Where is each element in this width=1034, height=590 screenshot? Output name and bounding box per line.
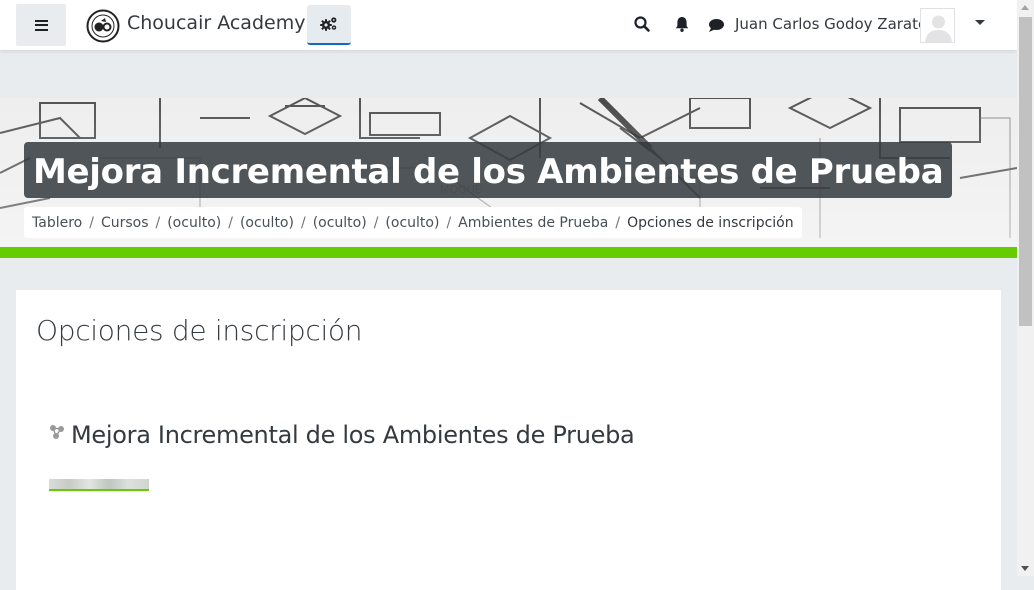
brand-name[interactable]: Choucair Academy (127, 12, 305, 34)
top-navbar: Choucair Academy Juan Carlos Godoy Zarat… (0, 0, 1017, 50)
chevron-down-icon[interactable] (975, 20, 985, 25)
scroll-up-arrow-icon[interactable] (1021, 5, 1029, 10)
course-image[interactable] (49, 479, 149, 491)
scroll-down-arrow-icon[interactable] (1021, 566, 1029, 571)
course-icon (50, 425, 64, 439)
breadcrumb-separator: / (615, 214, 621, 231)
breadcrumb-current-item: Opciones de inscripción (627, 214, 794, 231)
breadcrumb-separator: / (300, 214, 306, 231)
comment-icon[interactable] (707, 16, 725, 34)
search-icon[interactable] (633, 15, 651, 33)
cogs-icon (320, 17, 337, 31)
breadcrumb-item[interactable]: (oculto) (167, 215, 221, 231)
header-accent-bar (0, 247, 1017, 258)
page-scrollbar[interactable] (1017, 0, 1034, 576)
bell-icon[interactable] (673, 15, 691, 33)
course-title: Mejora Incremental de los Ambientes de P… (24, 142, 953, 198)
page-heading: Opciones de inscripción (36, 314, 363, 347)
breadcrumb-separator: / (373, 214, 379, 231)
breadcrumb-separator: / (155, 214, 161, 231)
breadcrumb-item[interactable]: (oculto) (240, 215, 294, 231)
breadcrumb: Tablero / Cursos / (oculto) / (oculto) /… (24, 207, 802, 238)
breadcrumb-item[interactable]: Cursos (101, 215, 149, 231)
main-content-card: Opciones de inscripción Mejora Increment… (16, 290, 1001, 590)
breadcrumb-item[interactable]: Tablero (32, 215, 82, 231)
user-avatar[interactable] (920, 8, 955, 43)
breadcrumb-item[interactable]: (oculto) (313, 215, 367, 231)
menu-toggle-button[interactable] (16, 4, 66, 46)
scrollbar-thumb[interactable] (1019, 17, 1032, 326)
brand-logo[interactable] (86, 9, 120, 43)
course-name-link[interactable]: Mejora Incremental de los Ambientes de P… (71, 421, 635, 449)
breadcrumb-separator: / (228, 214, 233, 231)
breadcrumb-separator: / (89, 214, 94, 231)
breadcrumb-separator: / (446, 214, 452, 231)
default-avatar-icon (921, 9, 954, 42)
breadcrumb-item[interactable]: (oculto) (385, 215, 439, 231)
user-name[interactable]: Juan Carlos Godoy Zarate (735, 15, 927, 33)
admin-settings-button[interactable] (307, 5, 351, 45)
breadcrumb-item[interactable]: Ambientes de Prueba (458, 215, 608, 231)
hamburger-icon (34, 19, 48, 31)
